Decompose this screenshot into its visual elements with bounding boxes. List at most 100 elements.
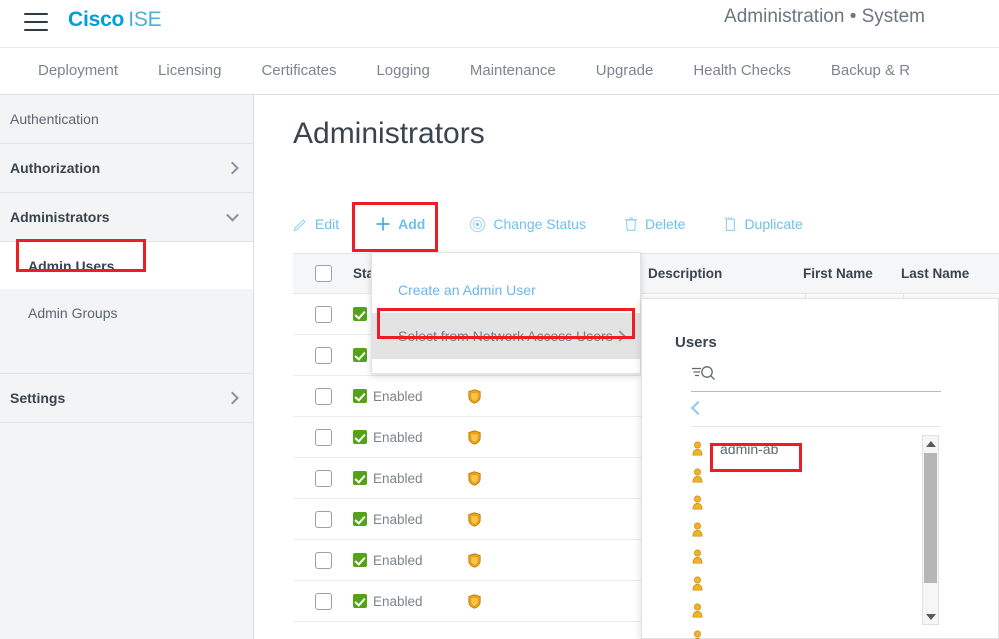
sidebar-subitem-label: Admin Groups [28,304,118,321]
user-icon [692,468,703,483]
status-enabled-icon [353,512,367,526]
status-enabled-icon [353,430,367,444]
users-list-item[interactable] [691,462,941,489]
row-checkbox-cell [293,346,353,364]
sidebar-item-administrators[interactable]: Administrators [0,193,253,242]
user-icon [692,549,703,564]
sidebar-item-authentication[interactable]: Authentication [0,95,253,144]
users-list-scrollbar[interactable] [922,435,939,625]
duplicate-button-label: Duplicate [744,216,803,232]
app-root: Cisco ISE Administration • System Deploym… [0,0,999,639]
duplicate-button[interactable]: Duplicate [699,207,816,241]
users-list-item[interactable] [691,597,941,624]
row-checkbox[interactable] [314,346,332,364]
add-button[interactable]: Add [353,207,447,241]
users-list-item[interactable]: admin-ab [691,435,941,462]
select-all-checkbox[interactable] [314,265,332,282]
delete-button[interactable]: Delete [600,207,699,241]
sidebar-item-label: Authorization [10,160,101,176]
sidebar-divider [0,336,253,374]
cell-status-label: Enabled [373,552,423,568]
column-header-last-name[interactable]: Last Name [901,266,999,281]
users-list-item[interactable] [691,516,941,543]
status-enabled-icon [353,471,367,485]
admin-shield-icon [468,470,481,486]
sidebar-item-admin-groups[interactable]: Admin Groups [0,289,253,336]
nav-bar: Deployment Licensing Certificates Logging Ma… [0,48,999,95]
cell-status-label: Enabled [373,388,423,404]
row-checkbox-cell [293,510,353,528]
row-checkbox[interactable] [314,387,332,405]
menu-item-select-from-network-access-users[interactable]: Select from Network Access Users [372,313,640,359]
top-bar: Cisco ISE Administration • System [0,0,999,48]
hamburger-icon[interactable] [24,13,48,33]
user-icon [692,603,703,618]
users-list-item[interactable] [691,489,941,516]
sidebar-item-settings[interactable]: Settings [0,374,253,423]
row-checkbox-cell [293,469,353,487]
scrollbar-thumb[interactable] [924,453,937,583]
row-checkbox-cell [293,305,353,323]
chevron-down-icon [226,208,239,222]
add-button-label: Add [398,216,426,232]
cell-name [468,388,648,404]
nav-tab-maintenance[interactable]: Maintenance [450,48,576,94]
row-checkbox[interactable] [314,428,332,446]
status-enabled-icon [353,594,367,608]
cell-status: Enabled [353,471,468,486]
row-checkbox-cell [293,592,353,610]
chevron-left-icon [690,400,706,416]
chevron-right-icon [226,161,239,175]
users-list-item-label [714,637,726,639]
nav-tab-list: Deployment Licensing Certificates Logging Ma… [0,48,999,94]
cell-status-label: Enabled [373,470,423,486]
sidebar-item-admin-users[interactable]: Admin Users [0,242,253,289]
users-list-item-label [714,475,726,477]
cell-name [468,429,648,445]
users-list-item-label [714,556,726,558]
change-status-button[interactable]: Change Status [447,207,600,241]
nav-tab-licensing[interactable]: Licensing [138,48,241,94]
nav-tab-logging[interactable]: Logging [356,48,449,94]
user-icon [694,630,701,639]
select-all-checkbox-cell [293,265,353,282]
cell-status: Enabled [353,512,468,527]
edit-button[interactable]: Edit [293,207,353,241]
user-icon [692,576,703,591]
users-back-button[interactable] [690,397,941,427]
nav-tab-backup-r[interactable]: Backup & R [811,48,930,94]
status-icon [470,216,486,232]
admin-shield-icon [468,593,481,609]
sidebar-subitem-label: Admin Users [28,257,115,274]
column-header-first-name[interactable]: First Name [803,266,901,281]
users-list-item[interactable] [691,543,941,570]
nav-tab-upgrade[interactable]: Upgrade [576,48,674,94]
row-checkbox[interactable] [314,510,332,528]
nav-tab-deployment[interactable]: Deployment [18,48,138,94]
menu-item-label: Create an Admin User [398,282,536,298]
cell-status-label: Enabled [373,429,423,445]
users-list-item[interactable] [691,570,941,597]
row-checkbox[interactable] [314,469,332,487]
admin-shield-icon [468,388,481,404]
nav-tab-health-checks[interactable]: Health Checks [673,48,811,94]
scroll-down-arrow-icon[interactable] [923,609,938,624]
row-checkbox-cell [293,428,353,446]
sidebar-item-authorization[interactable]: Authorization [0,144,253,193]
sidebar-item-label: Settings [10,390,66,406]
row-checkbox[interactable] [314,592,332,610]
users-panel-title: Users [675,334,717,351]
nav-tab-certificates[interactable]: Certificates [241,48,356,94]
row-checkbox[interactable] [314,305,332,323]
plus-icon [376,217,390,231]
menu-item-create-admin-user[interactable]: Create an Admin User [372,267,640,313]
users-list-item-label [714,583,726,585]
filter-search-icon [692,366,715,380]
column-header-description[interactable]: Description [648,266,803,281]
dropdown-bottom-padding [372,359,640,373]
brand-ise-text: ISE [128,8,162,31]
users-list-item[interactable] [691,624,941,639]
scroll-up-arrow-icon[interactable] [923,436,938,451]
users-search-field[interactable] [691,364,941,392]
row-checkbox[interactable] [314,551,332,569]
